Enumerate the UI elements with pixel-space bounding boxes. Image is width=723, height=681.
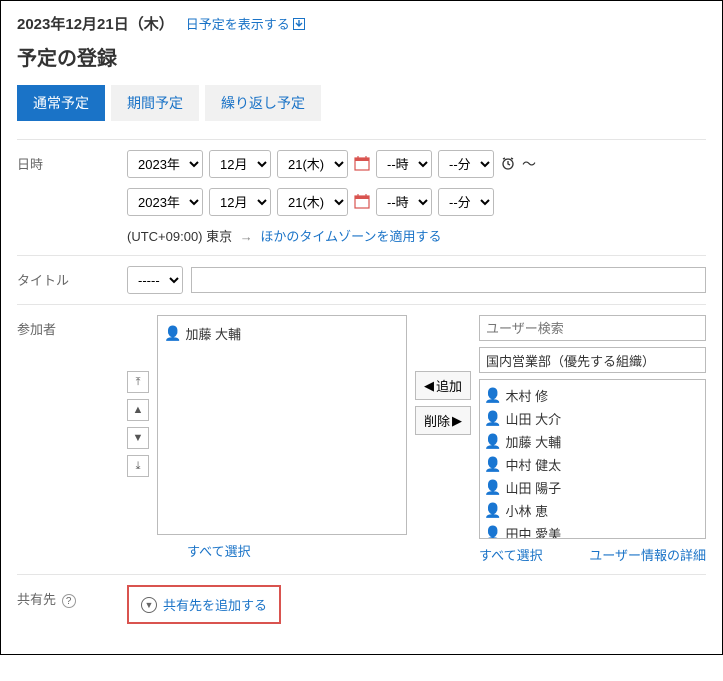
add-share-target-button[interactable]: ▼ 共有先を追加する xyxy=(127,585,281,624)
move-up-button[interactable]: ▲ xyxy=(127,399,149,421)
candidate-users-box[interactable]: 👤木村 修 👤山田 大介 👤加藤 大輔 👤中村 健太 👤山田 陽子 👤小林 恵 … xyxy=(479,379,706,539)
move-top-button[interactable]: ⤒ xyxy=(127,371,149,393)
start-hour-select[interactable]: --時 xyxy=(376,150,432,178)
user-icon: 👤 xyxy=(484,525,501,539)
user-icon: 👤 xyxy=(484,387,501,404)
list-item[interactable]: 👤山田 大介 xyxy=(484,407,701,430)
list-item[interactable]: 👤 加藤 大輔 xyxy=(164,322,400,345)
list-item[interactable]: 👤山田 陽子 xyxy=(484,476,701,499)
list-item[interactable]: 👤小林 恵 xyxy=(484,499,701,522)
user-icon: 👤 xyxy=(484,502,501,519)
end-year-select[interactable]: 2023年 xyxy=(127,188,203,216)
chevron-right-icon: ▶ xyxy=(452,413,462,429)
calendar-icon[interactable] xyxy=(354,193,370,212)
title-input[interactable] xyxy=(191,267,706,293)
user-icon: 👤 xyxy=(484,479,501,496)
end-day-select[interactable]: 21(木) xyxy=(277,188,348,216)
label-participants: 参加者 xyxy=(17,315,127,338)
user-search-input[interactable] xyxy=(479,315,706,341)
user-icon: 👤 xyxy=(164,325,181,342)
expand-down-icon: ▼ xyxy=(141,597,157,613)
move-bottom-button[interactable]: ⤓ xyxy=(127,455,149,477)
user-icon: 👤 xyxy=(484,456,501,473)
page-title: 予定の登録 xyxy=(17,42,706,71)
selected-participants-box[interactable]: 👤 加藤 大輔 xyxy=(157,315,407,535)
label-title: タイトル xyxy=(17,266,127,289)
add-share-link[interactable]: 共有先を追加する xyxy=(163,595,267,614)
clock-icon[interactable] xyxy=(500,155,516,174)
start-minute-select[interactable]: --分 xyxy=(438,150,494,178)
user-icon: 👤 xyxy=(484,433,501,450)
help-icon[interactable]: ? xyxy=(62,594,76,608)
calendar-icon[interactable] xyxy=(354,155,370,174)
tab-repeat[interactable]: 繰り返し予定 xyxy=(205,85,321,121)
remove-participant-button[interactable]: 削除▶ xyxy=(415,406,471,435)
show-day-schedule-link[interactable]: 日予定を表示する xyxy=(186,17,290,32)
apply-timezone-link[interactable]: ほかのタイムゾーンを適用する xyxy=(260,229,441,244)
add-participant-button[interactable]: ◀追加 xyxy=(415,371,471,400)
select-all-right-link[interactable]: すべて選択 xyxy=(479,545,543,564)
title-category-select[interactable]: ----- xyxy=(127,266,183,294)
list-item[interactable]: 👤木村 修 xyxy=(484,384,701,407)
tab-period[interactable]: 期間予定 xyxy=(111,85,199,121)
list-item[interactable]: 👤中村 健太 xyxy=(484,453,701,476)
move-down-button[interactable]: ▼ xyxy=(127,427,149,449)
chevron-left-icon: ◀ xyxy=(424,378,434,394)
list-item[interactable]: 👤田中 愛美 xyxy=(484,522,701,539)
list-item[interactable]: 👤加藤 大輔 xyxy=(484,430,701,453)
end-hour-select[interactable]: --時 xyxy=(376,188,432,216)
tab-normal[interactable]: 通常予定 xyxy=(17,85,105,121)
arrow-right-icon: → xyxy=(240,229,253,244)
start-month-select[interactable]: 12月 xyxy=(209,150,271,178)
end-month-select[interactable]: 12月 xyxy=(209,188,271,216)
organization-select[interactable]: 国内営業部（優先する組織） xyxy=(479,347,706,373)
schedule-type-tabs: 通常予定 期間予定 繰り返し予定 xyxy=(17,85,706,121)
range-tilde: ～ xyxy=(522,154,536,174)
current-date: 2023年12月21日（木） xyxy=(17,13,174,34)
end-minute-select[interactable]: --分 xyxy=(438,188,494,216)
user-name: 加藤 大輔 xyxy=(185,324,241,343)
timezone-text: (UTC+09:00) 東京 xyxy=(127,229,232,244)
download-icon[interactable] xyxy=(293,18,305,33)
user-icon: 👤 xyxy=(484,410,501,427)
user-detail-link[interactable]: ユーザー情報の詳細 xyxy=(589,545,706,564)
label-datetime: 日時 xyxy=(17,150,127,173)
start-year-select[interactable]: 2023年 xyxy=(127,150,203,178)
label-share: 共有先 ? xyxy=(17,585,127,608)
select-all-left-link[interactable]: すべて選択 xyxy=(187,544,251,559)
start-day-select[interactable]: 21(木) xyxy=(277,150,348,178)
